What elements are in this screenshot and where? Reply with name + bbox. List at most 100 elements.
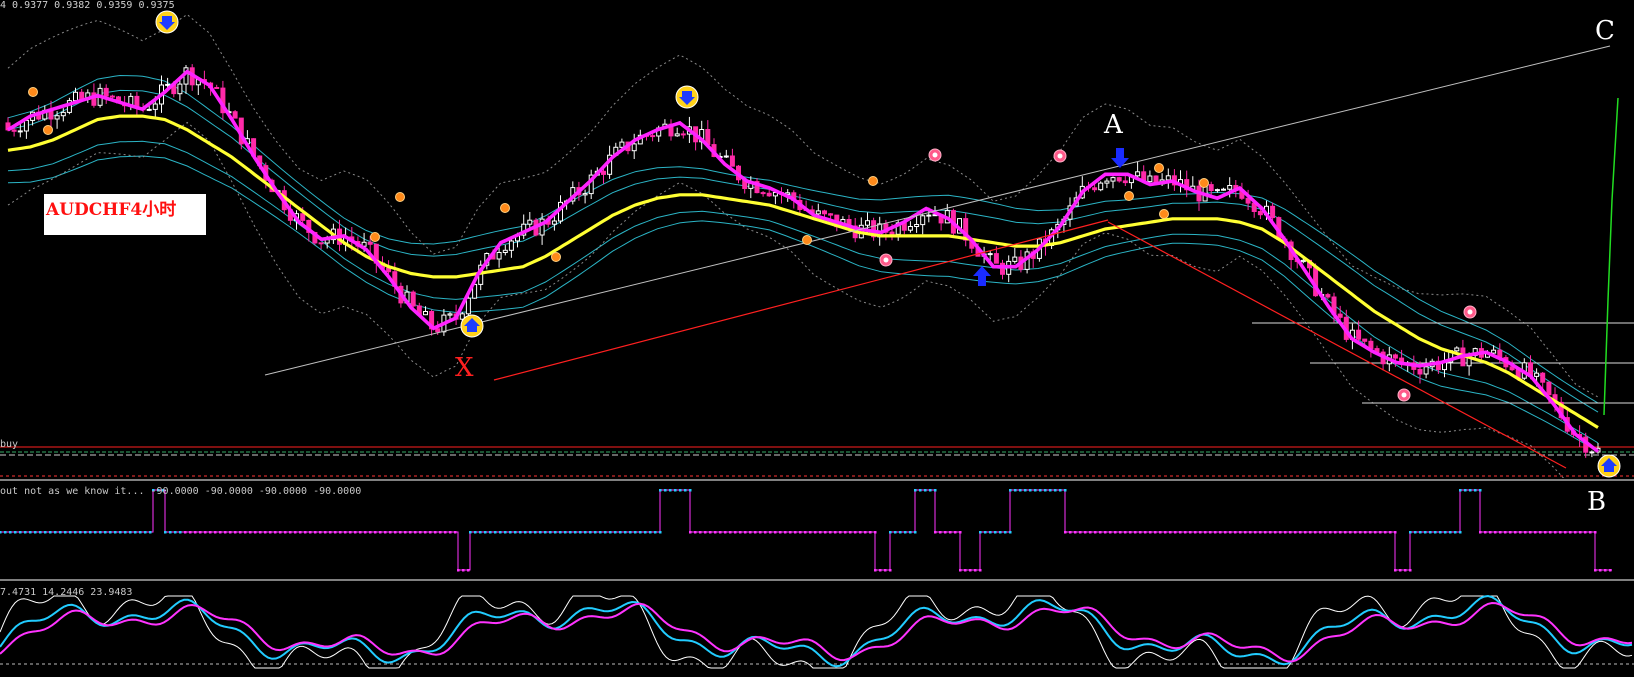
step-point-magenta	[1164, 531, 1167, 534]
step-point-cyan	[34, 531, 37, 534]
step-point-cyan	[179, 531, 182, 534]
candle-body	[214, 87, 220, 89]
step-point-magenta	[959, 569, 962, 572]
step-indicator-panel[interactable]	[0, 489, 1612, 572]
step-point-cyan	[994, 531, 997, 534]
step-point-magenta	[467, 569, 470, 572]
step-point-magenta	[239, 531, 242, 534]
candle-body	[601, 170, 606, 175]
step-point-magenta	[309, 531, 312, 534]
step-point-magenta	[724, 531, 727, 534]
step-point-magenta	[959, 531, 962, 534]
step-point-cyan	[174, 531, 177, 534]
step-point-magenta	[839, 531, 842, 534]
step-point-cyan	[654, 531, 657, 534]
candle-body	[914, 224, 920, 227]
point-label-c: C	[1595, 16, 1615, 46]
step-point-magenta	[1139, 531, 1142, 534]
flower-center	[1057, 153, 1063, 159]
step-point-cyan	[1034, 489, 1037, 492]
step-point-magenta	[1199, 531, 1202, 534]
step-point-magenta	[364, 531, 367, 534]
candle-body	[1362, 338, 1368, 342]
step-point-cyan	[1464, 489, 1467, 492]
step-point-cyan	[659, 489, 662, 492]
step-point-magenta	[1359, 531, 1362, 534]
step-point-magenta	[319, 531, 322, 534]
candle-body	[152, 103, 158, 110]
dot-icon	[1154, 163, 1164, 173]
step-point-cyan	[54, 531, 57, 534]
step-point-magenta	[1104, 531, 1107, 534]
step-point-magenta	[964, 569, 967, 572]
step-point-magenta	[1609, 569, 1612, 572]
step-point-cyan	[64, 531, 67, 534]
main-price-panel[interactable]	[0, 10, 1634, 503]
candle-body	[1116, 177, 1122, 182]
candle-body	[527, 219, 533, 225]
step-point-magenta	[1364, 531, 1367, 534]
step-point-cyan	[564, 531, 567, 534]
candle-body	[889, 231, 895, 235]
step-point-cyan	[904, 531, 907, 534]
step-point-magenta	[1349, 531, 1352, 534]
step-point-magenta	[1389, 531, 1392, 534]
step-point-cyan	[999, 531, 1002, 534]
forex-chart[interactable]: 4 0.9377 0.9382 0.9359 0.9375 AUDCHF4小时 …	[0, 0, 1634, 677]
step-point-magenta	[1484, 531, 1487, 534]
step-point-cyan	[0, 531, 2, 534]
step-point-magenta	[1099, 531, 1102, 534]
step-point-magenta	[754, 531, 757, 534]
candle	[183, 65, 189, 94]
dot-icon	[370, 232, 380, 242]
small-signal-marker	[1124, 191, 1134, 201]
step-point-magenta	[884, 569, 887, 572]
step-point-cyan	[1444, 531, 1447, 534]
flower-marker	[928, 148, 942, 162]
oscillator-panel[interactable]	[0, 594, 1634, 669]
candle-body	[631, 143, 637, 152]
candle-body	[1227, 185, 1233, 190]
flower-marker	[1053, 149, 1067, 163]
candle	[631, 133, 637, 159]
candle	[521, 214, 527, 240]
candle-body	[1098, 182, 1104, 191]
step-point-magenta	[359, 531, 362, 534]
step-point-magenta	[1239, 531, 1242, 534]
outer-dotted-bands	[7, 13, 1599, 478]
candle-body	[60, 111, 66, 117]
small-signal-marker	[802, 235, 812, 245]
step-point-magenta	[719, 531, 722, 534]
step-point-magenta	[1189, 531, 1192, 534]
candle	[570, 181, 576, 205]
ma-slow-yellow	[7, 114, 1599, 429]
step-point-magenta	[1174, 531, 1177, 534]
candle	[1190, 176, 1196, 191]
step-point-magenta	[1534, 531, 1537, 534]
candle	[1165, 168, 1171, 189]
step-point-magenta	[1354, 531, 1357, 534]
step-point-magenta	[1154, 531, 1157, 534]
point-label-x: X	[455, 353, 474, 383]
step-point-magenta	[834, 531, 837, 534]
step-point-cyan	[644, 531, 647, 534]
step-point-magenta	[689, 531, 692, 534]
candle-body	[496, 252, 502, 260]
candle-body	[447, 313, 453, 316]
step-point-cyan	[594, 531, 597, 534]
step-point-cyan	[1409, 531, 1412, 534]
step-point-magenta	[1374, 531, 1377, 534]
oscillator-white	[0, 595, 1633, 669]
step-point-magenta	[1064, 531, 1067, 534]
candle-body	[435, 328, 441, 333]
step-point-cyan	[144, 531, 147, 534]
step-point-cyan	[1419, 531, 1422, 534]
point-label-b: B	[1587, 487, 1606, 517]
step-point-magenta	[949, 531, 952, 534]
step-point-cyan	[109, 531, 112, 534]
step-point-magenta	[264, 531, 267, 534]
step-point-magenta	[1394, 569, 1397, 572]
candle-body	[318, 242, 324, 245]
step-point-magenta	[1559, 531, 1562, 534]
step-point-magenta	[714, 531, 717, 534]
